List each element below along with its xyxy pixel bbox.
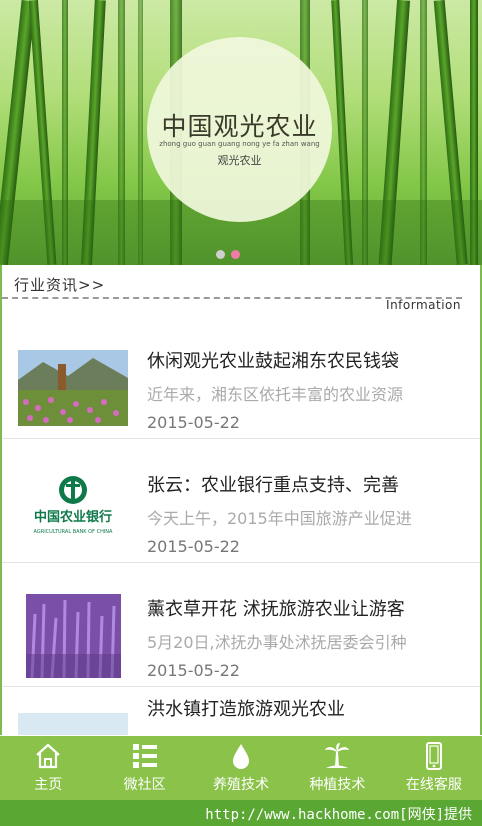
article-title: 薰衣草开花 沭抚旅游农业让游客	[147, 599, 405, 620]
bottom-nav: 主页 微社区 养殖技术 种植技术 在线客服	[0, 736, 482, 800]
article-date: 2015-05-22	[147, 413, 240, 432]
list-item[interactable]: 洪水镇打造旅游观光农业	[2, 687, 480, 735]
phone-icon	[425, 742, 442, 770]
article-summary: 5月20日,沭抚办事处沭抚居委会引种	[147, 633, 407, 652]
banner-title: 中国观光农业	[161, 112, 318, 141]
list-item[interactable]: 中国农业银行 AGRICULTURAL BANK OF CHINA 张云：农业银…	[2, 439, 480, 563]
footer-bar: http://www.hackhome.com[网侠]提供	[0, 800, 482, 826]
article-list[interactable]: 休闲观光农业鼓起湘东农民钱袋 近年来，湘东区依托丰富的农业资源 2015-05-…	[0, 315, 482, 735]
article-summary: 今天上午，2015年中国旅游产业促进	[147, 509, 412, 528]
agricultural-bank-logo: 中国农业银行 AGRICULTURAL BANK OF CHINA	[18, 474, 128, 550]
nav-label: 养殖技术	[213, 777, 270, 793]
bank-logo-cn: 中国农业银行	[34, 509, 112, 525]
article-title: 洪水镇打造旅游观光农业	[147, 699, 345, 720]
banner-carousel[interactable]: 中国观光农业 zhong guo guan guang nong ye fa z…	[0, 0, 482, 265]
flower-field-image	[18, 350, 128, 426]
list-icon	[132, 744, 157, 768]
article-title: 张云：农业银行重点支持、完善	[147, 475, 399, 496]
home-icon	[36, 743, 60, 769]
article-date: 2015-05-22	[147, 537, 240, 556]
carousel-indicator[interactable]	[216, 244, 246, 259]
footer-watermark: http://www.hackhome.com[网侠]提供	[205, 807, 472, 823]
banner-pinyin: zhong guo guan guang nong ye fa zhan wan…	[159, 140, 320, 148]
nav-item-home[interactable]: 主页	[0, 736, 96, 800]
app-root: 中国观光农业 zhong guo guan guang nong ye fa z…	[0, 0, 482, 826]
landscape-image	[18, 713, 128, 735]
section-info-label: Information	[386, 298, 461, 312]
article-date: 2015-05-22	[147, 661, 240, 680]
list-item[interactable]: 休闲观光农业鼓起湘东农民钱袋 近年来，湘东区依托丰富的农业资源 2015-05-…	[2, 315, 480, 439]
palm-tree-icon	[325, 743, 350, 768]
carousel-dot-1[interactable]	[216, 250, 225, 259]
banner-subtitle: 观光农业	[217, 154, 262, 167]
nav-label: 种植技术	[309, 777, 366, 793]
lavender-field-image	[26, 594, 121, 678]
article-summary: 近年来，湘东区依托丰富的农业资源	[147, 385, 404, 404]
section-title[interactable]: 行业资讯>>	[14, 274, 105, 295]
carousel-dot-2[interactable]	[231, 250, 240, 259]
list-item[interactable]: 薰衣草开花 沭抚旅游农业让游客 5月20日,沭抚办事处沭抚居委会引种 2015-…	[2, 563, 480, 687]
bank-logo-en: AGRICULTURAL BANK OF CHINA	[34, 529, 114, 535]
nav-item-planting[interactable]: 种植技术	[289, 736, 385, 800]
nav-label: 主页	[34, 777, 63, 793]
nav-item-support[interactable]: 在线客服	[386, 736, 482, 800]
nav-label: 微社区	[123, 777, 166, 793]
nav-item-breeding[interactable]: 养殖技术	[193, 736, 289, 800]
nav-label: 在线客服	[405, 777, 462, 793]
article-title: 休闲观光农业鼓起湘东农民钱袋	[147, 351, 399, 372]
water-drop-icon	[233, 744, 250, 769]
banner-logo-circle: 中国观光农业 zhong guo guan guang nong ye fa z…	[147, 37, 332, 222]
section-header: 行业资讯>> Information	[0, 265, 482, 315]
nav-item-community[interactable]: 微社区	[96, 736, 192, 800]
